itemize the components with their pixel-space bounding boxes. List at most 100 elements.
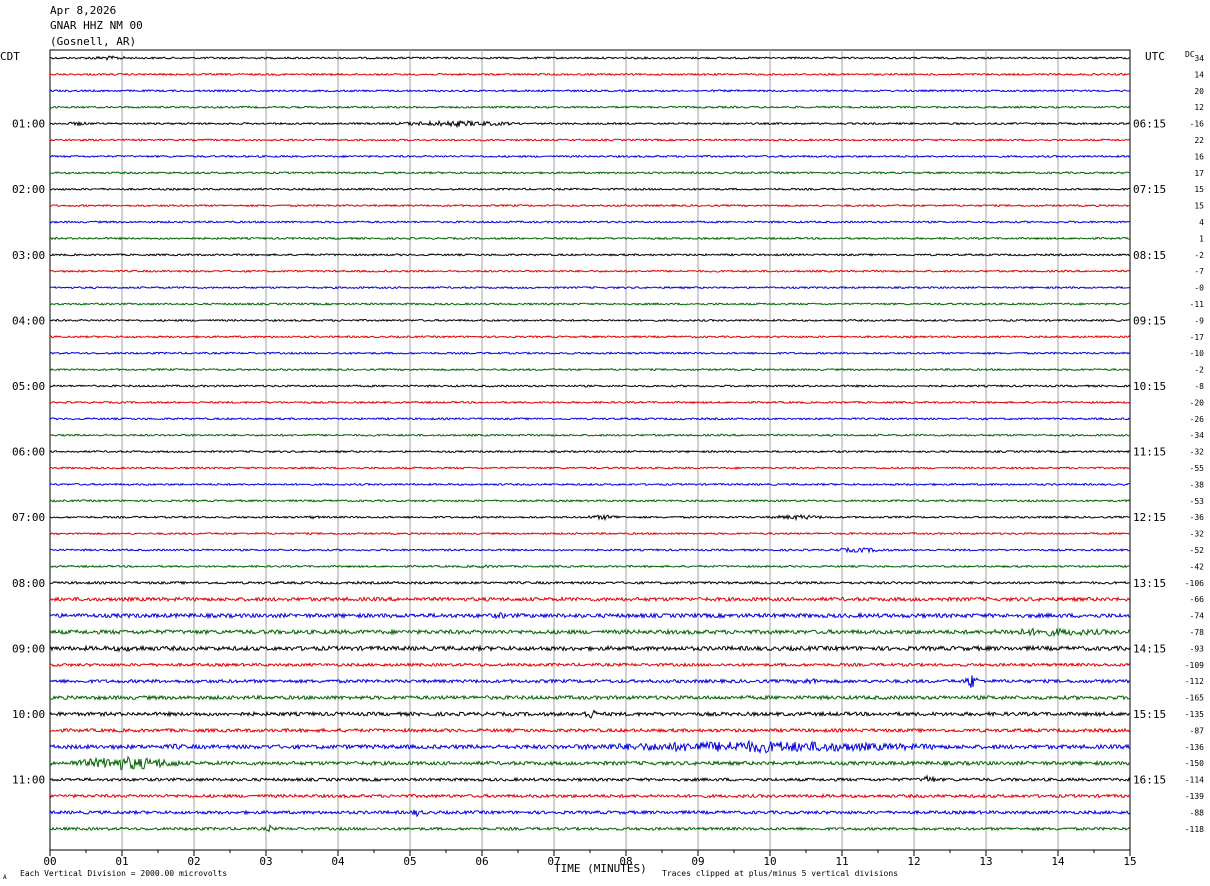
dc-offset-label: -52 [1190, 546, 1205, 555]
left-hour-label: 05:00 [12, 380, 45, 393]
dc-offset-label: -87 [1190, 726, 1205, 735]
dc-offset-label: -135 [1185, 710, 1204, 719]
trace-row-40 [49, 709, 1131, 719]
trace-row-10 [49, 220, 1131, 224]
x-tick-label: 13 [979, 855, 992, 868]
right-hour-label: 11:15 [1133, 446, 1166, 459]
dc-offset-label: -53 [1190, 497, 1205, 506]
dc-offset-label: -38 [1190, 480, 1205, 489]
right-hour-label: 10:15 [1133, 380, 1166, 393]
right-hour-label: 13:15 [1133, 577, 1166, 590]
trace-row-28 [50, 513, 1131, 522]
dc-offset-label: -55 [1190, 464, 1205, 473]
right-hour-label: 06:15 [1133, 118, 1166, 131]
left-hour-label: 06:00 [12, 446, 45, 459]
x-tick-label: 02 [187, 855, 200, 868]
dc-offset-label: -9 [1194, 316, 1204, 325]
x-tick-label: 07 [547, 855, 560, 868]
x-tick-label: 10 [763, 855, 776, 868]
trace-row-2 [49, 88, 1131, 93]
x-tick-label: 08 [619, 855, 632, 868]
trace-row-39 [49, 694, 1131, 701]
x-tick-label: 04 [331, 855, 345, 868]
dc-offset-label: -11 [1190, 300, 1205, 309]
dc-offset-label: -10 [1190, 349, 1205, 358]
dc-offset-label: 20 [1194, 87, 1204, 96]
right-hour-label: 14:15 [1133, 642, 1166, 655]
dc-offset-label: -20 [1190, 398, 1205, 407]
dc-offset-label: -7 [1194, 267, 1204, 276]
trace-row-11 [49, 236, 1131, 241]
x-tick-label: 01 [115, 855, 128, 868]
dc-offset-label: -0 [1194, 284, 1204, 293]
trace-row-29 [49, 531, 1131, 536]
trace-row-32 [49, 580, 1131, 586]
trace-row-18 [49, 351, 1131, 356]
trace-row-33 [49, 595, 1131, 603]
trace-row-26 [49, 482, 1131, 487]
dc-offset-label: -66 [1190, 595, 1205, 604]
dc-offset-label: -32 [1190, 448, 1205, 457]
right-hour-label: 09:15 [1133, 314, 1166, 327]
trace-row-21 [49, 400, 1131, 405]
trace-row-38 [49, 675, 1131, 688]
trace-row-23 [49, 433, 1131, 437]
dc-offset-label: -93 [1190, 644, 1205, 653]
trace-row-22 [49, 416, 1131, 421]
trace-row-1 [49, 72, 1131, 77]
dc-offset-label: -114 [1185, 776, 1204, 785]
x-tick-label: 05 [403, 855, 416, 868]
left-hour-label: 01:00 [12, 118, 45, 131]
dc-offset-label: -150 [1185, 759, 1204, 768]
trace-row-20 [49, 384, 1131, 388]
trace-row-31 [49, 564, 1130, 569]
x-tick-label: 03 [259, 855, 272, 868]
x-tick-label: 09 [691, 855, 704, 868]
trace-row-3 [49, 105, 1131, 110]
dc-offset-label: 4 [1199, 218, 1204, 227]
trace-row-7 [49, 170, 1131, 175]
trace-row-47 [49, 823, 1131, 833]
trace-row-36 [49, 644, 1131, 653]
trace-row-34 [49, 611, 1131, 620]
trace-row-37 [49, 661, 1131, 668]
dc-offset-label: 22 [1194, 136, 1204, 145]
trace-row-13 [49, 269, 1131, 273]
dc-offset-label: -109 [1185, 661, 1204, 670]
trace-row-45 [49, 793, 1131, 799]
left-hour-label: 03:00 [12, 249, 45, 262]
right-hour-label: 16:15 [1133, 774, 1166, 787]
dc-offset-label: -78 [1190, 628, 1205, 637]
dc-offset-label: -165 [1185, 694, 1204, 703]
dc-offset-label: -26 [1190, 415, 1205, 424]
dc-offset-label: 16 [1194, 152, 1204, 161]
right-hour-label: 07:15 [1133, 183, 1166, 196]
x-tick-label: 00 [43, 855, 56, 868]
trace-row-16 [49, 318, 1131, 323]
dc-offset-label: -34 [1190, 431, 1205, 440]
dc-offset-label: 34 [1194, 54, 1204, 63]
right-hour-label: 15:15 [1133, 708, 1166, 721]
right-hour-label: 12:15 [1133, 511, 1166, 524]
trace-row-6 [49, 154, 1131, 159]
dc-offset-label: -16 [1190, 120, 1205, 129]
dc-offset-label: 1 [1199, 234, 1204, 243]
trace-row-5 [49, 138, 1131, 142]
dc-offset-label: -112 [1185, 677, 1204, 686]
dc-offset-label: 14 [1194, 70, 1204, 79]
helicorder-plot: 00 01 02 03 04 05 06 07 08 09 10 11 12 13 14 1534142012… [12, 49, 1205, 868]
x-tick-label: 11 [835, 855, 848, 868]
x-tick-label: 15 [1123, 855, 1136, 868]
trace-row-41 [49, 727, 1131, 734]
trace-row-35 [49, 627, 1131, 638]
trace-row-46 [49, 809, 1131, 818]
left-hour-label: 02:00 [12, 183, 45, 196]
x-tick-label: 12 [907, 855, 920, 868]
left-hour-label: 08:00 [12, 577, 45, 590]
dc-offset-label: -118 [1185, 825, 1204, 834]
left-hour-label: 10:00 [12, 708, 45, 721]
dc-offset-label: 17 [1194, 169, 1204, 178]
trace-row-30 [49, 546, 1130, 554]
x-tick-label: 06 [475, 855, 488, 868]
dc-offset-label: -42 [1190, 562, 1205, 571]
